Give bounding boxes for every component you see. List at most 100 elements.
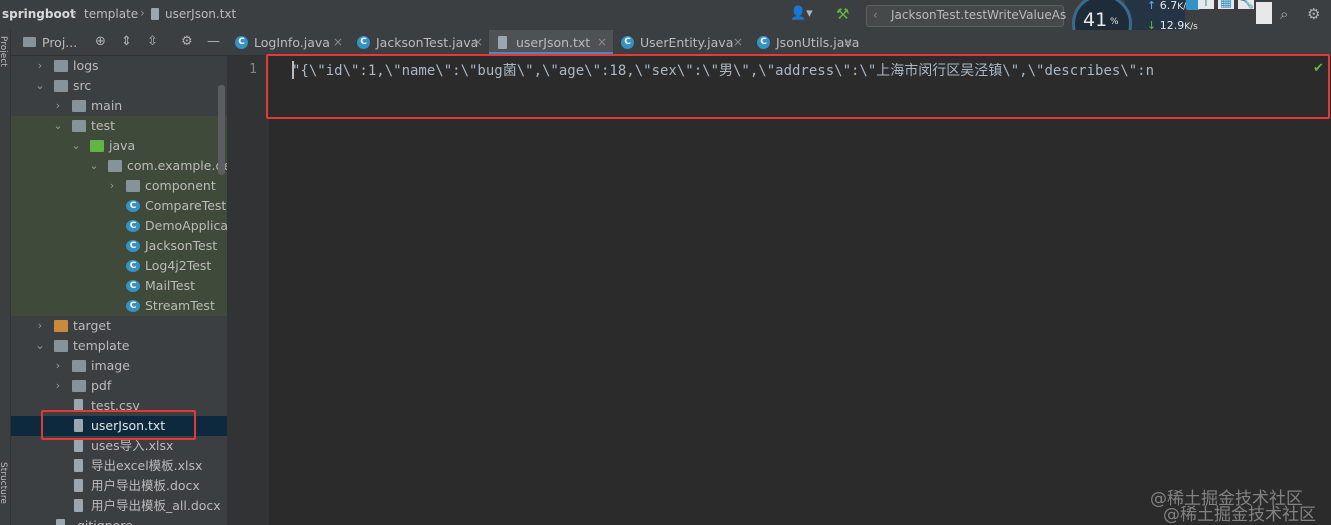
tree-item[interactable]: › target [11,316,227,336]
hide-panel-icon[interactable]: — [207,34,220,49]
collapse-arrow-icon[interactable]: ⌄ [71,136,81,156]
expand-all-icon[interactable]: ⇕ [121,34,132,49]
tree-item-label: java [109,138,136,153]
tree-item-label: 用户导出模板.docx [91,478,200,493]
structure-tool-tab[interactable]: Structure [0,462,8,504]
project-view-icon [23,37,36,47]
tree-item-label: Log4j2Test [145,258,212,273]
expand-arrow-icon[interactable]: › [53,356,63,376]
tree-item[interactable]: ⌄ test [11,116,227,136]
tree-item-label: JacksonTest [145,238,218,253]
window-icon[interactable]: ▦ [1218,0,1234,9]
expand-arrow-icon[interactable]: › [53,96,63,116]
tree-item[interactable]: ⌄ java [11,136,227,156]
settings-icon[interactable]: ⚙ [1307,5,1320,23]
collapse-arrow-icon[interactable]: ⌄ [35,76,45,96]
tree-item[interactable]: ⌄ com.example.demo [11,156,227,176]
gear-icon[interactable]: ⚙ [181,34,193,49]
project-tree: › logs ⌄ src › main ⌄ test ⌄ java ⌄ com.example.dem… [11,56,227,525]
watermark-shadow: @稀土掘金技术社区 [1163,505,1316,525]
tree-item[interactable]: › pdf [11,376,227,396]
expand-arrow-icon[interactable]: › [35,56,45,76]
file-icon [72,459,86,472]
tree-item[interactable]: 用户导出模板.docx [11,476,227,496]
tree-item-label: .gitignore [73,516,133,525]
upload-arrow-icon[interactable]: ↑ [1198,0,1214,9]
tree-item[interactable]: ⌄ src [11,76,227,96]
tree-item[interactable]: C JacksonTest [11,236,227,256]
tree-item-label: target [73,318,112,333]
text-file-icon [498,36,507,49]
expand-arrow-icon[interactable]: › [53,376,63,396]
locate-icon[interactable]: ⊕ [95,34,106,49]
collapse-all-icon[interactable]: ⇳ [147,34,158,49]
tree-item-label: component [145,178,216,193]
wrench-icon[interactable]: 🔧 [1238,0,1254,9]
java-class-icon: C [621,36,634,49]
tree-item[interactable]: › logs [11,56,227,76]
build-hammer-icon[interactable]: ⚒ [836,5,849,23]
tree-item[interactable]: ⌄ template [11,336,227,356]
editor-highlight-box [266,54,1330,119]
text-file-icon [151,8,159,20]
tab-loginfo-java[interactable]: C LogInfo.java × [227,30,349,55]
close-icon[interactable]: × [333,30,343,55]
tree-item-label: template [73,338,130,353]
tree-item-label: MailTest [145,278,196,293]
tree-item[interactable]: 导出excel模板.xlsx [11,456,227,476]
tree-item-label: image [91,358,130,373]
project-tool-tab[interactable]: Project [0,36,8,67]
tree-item-label: pdf [91,378,112,393]
breadcrumb-folder[interactable]: template [84,7,138,21]
tree-item[interactable]: C CompareTest [11,196,227,216]
collapse-arrow-icon[interactable]: ⌄ [35,336,45,356]
collapse-arrow-icon[interactable]: ⌄ [89,156,99,176]
tree-item[interactable]: › component [11,176,227,196]
java-class-icon: C [126,220,140,232]
tab-userjson-txt[interactable]: userJson.txt × [489,30,613,55]
tree-item[interactable]: .gitignore [11,516,227,525]
close-icon[interactable]: × [733,30,743,55]
tree-scrollbar[interactable] [218,85,225,175]
close-icon[interactable]: × [473,30,483,55]
source-folder-icon [90,140,104,152]
tree-item[interactable]: C MailTest [11,276,227,296]
run-configuration-select[interactable]: ‹ JacksonTest.testWriteValueAs [866,5,1067,27]
tree-item[interactable]: › main [11,96,227,116]
java-class-icon: C [235,36,248,49]
tree-item-label: 导出excel模板.xlsx [91,458,203,473]
collapse-arrow-icon[interactable]: ⌄ [53,116,63,136]
tab-userentity-java[interactable]: C UserEntity.java × [613,30,749,55]
folder-icon [72,120,86,132]
tree-item[interactable]: C DemoApplicationTests [11,216,227,236]
breadcrumb-file[interactable]: userJson.txt [165,7,236,21]
tab-label: userJson.txt [516,35,591,50]
tree-item-label: src [73,78,92,93]
run-config-label: JacksonTest.testWriteValueAs [891,8,1067,22]
expand-arrow-icon[interactable]: › [107,176,117,196]
expand-arrow-icon[interactable]: › [35,316,45,336]
java-class-icon: C [126,240,140,252]
java-class-icon: C [357,36,370,49]
tree-item[interactable]: C StreamTest [11,296,227,316]
tree-item-label: CompareTest [145,198,227,213]
tab-jsonutils-java[interactable]: C JsonUtils.java × [749,30,859,55]
close-icon[interactable]: × [843,30,853,55]
tree-item-label: logs [73,58,99,73]
tree-item[interactable]: C Log4j2Test [11,256,227,276]
user-icon[interactable]: 👤▾ [790,6,813,21]
tree-item[interactable]: › image [11,356,227,376]
file-icon [72,499,86,512]
breadcrumb-project[interactable]: springboot [2,7,76,21]
close-icon[interactable]: × [597,30,607,55]
project-panel-toolbar: Proj... ⊕ ⇕ ⇳ ⚙ — [11,30,227,56]
java-class-icon: C [126,280,140,292]
tree-item-label: 用户导出模板_all.docx [91,498,221,513]
tree-item[interactable]: 用户导出模板_all.docx [11,496,227,516]
search-icon[interactable]: ⌕ [1280,5,1288,23]
project-view-selector[interactable]: Proj... [42,35,77,50]
folder-icon [72,360,86,372]
folder-icon [72,100,86,112]
tab-jacksontest-java[interactable]: C JacksonTest.java × [349,30,489,55]
navigation-bar: springboot › template › userJson.txt 👤▾ … [0,0,1331,54]
